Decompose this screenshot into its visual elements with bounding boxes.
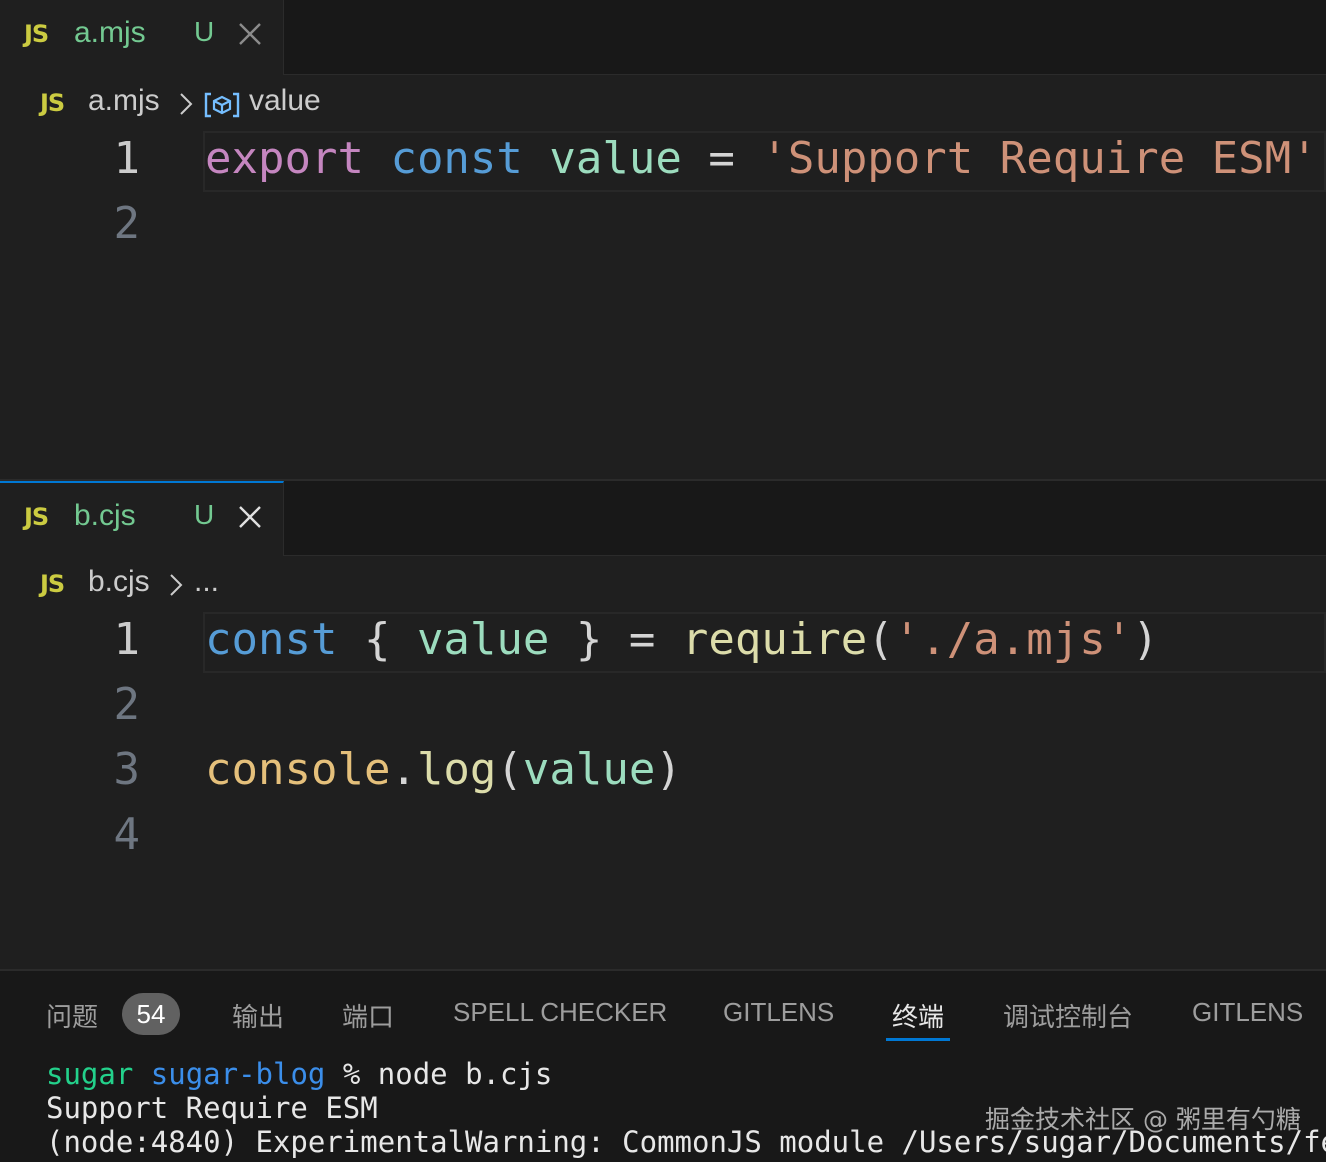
line-number: 1 — [113, 614, 141, 665]
line-number: 3 — [113, 744, 141, 795]
code-line[interactable]: 2 — [0, 196, 1326, 261]
panel-tab-gitlens-1[interactable]: GITLENS — [723, 997, 834, 1028]
terminal-prompt-line: sugar sugar-blog % node b.cjs — [46, 1057, 1326, 1091]
line-number: 2 — [113, 679, 141, 730]
panel-tab-terminal[interactable]: 终端 — [892, 997, 944, 1034]
panel-tab-gitlens-2[interactable]: GITLENS — [1192, 997, 1303, 1028]
panel-tab-bar: 54 问题 输出 端口 SPELL CHECKER GITLENS 终端 调试控制台 GITL… — [0, 971, 1326, 1047]
tab-bar-b: JS b.cjs U — [0, 481, 1326, 556]
js-file-icon: JS — [24, 20, 49, 48]
tab-filename: b.cjs — [74, 499, 136, 532]
problems-count-badge: 54 — [122, 993, 180, 1035]
editor-group-a: JS a.mjs U JS a.mjs value 1 export const … — [0, 0, 1326, 479]
breadcrumb-symbol[interactable]: value — [249, 84, 321, 118]
code-token: value — [416, 614, 550, 665]
variable-symbol-icon — [204, 92, 240, 118]
line-source: const { value } = require('./a.mjs') — [205, 614, 1159, 665]
tab-a-mjs[interactable]: JS a.mjs U — [0, 0, 284, 75]
breadcrumb-a: JS a.mjs value — [0, 75, 1326, 131]
chevron-right-icon — [180, 93, 193, 115]
code-line[interactable]: 2 — [0, 677, 1326, 742]
code-token: ) — [655, 744, 682, 795]
code-line[interactable]: 1 const { value } = require('./a.mjs') — [0, 612, 1326, 677]
terminal-command: node b.cjs — [377, 1057, 553, 1091]
code-token: value — [549, 133, 682, 184]
line-number: 2 — [113, 198, 141, 249]
code-token: ( — [867, 614, 894, 665]
code-token: const — [205, 614, 338, 665]
code-token: './a.mjs' — [893, 614, 1133, 665]
code-token: ) — [1132, 614, 1159, 665]
code-token: log — [416, 744, 497, 795]
tab-bar-a: JS a.mjs U — [0, 0, 1326, 75]
terminal-dir: sugar-blog — [150, 1057, 326, 1091]
code-token: } = — [549, 614, 682, 665]
js-file-icon: JS — [24, 503, 49, 531]
breadcrumb-b: JS b.cjs ... — [0, 556, 1326, 612]
code-token: value — [522, 744, 656, 795]
breadcrumb-more[interactable]: ... — [194, 565, 219, 599]
panel-tab-spell-checker[interactable]: SPELL CHECKER — [453, 997, 667, 1028]
code-token: const — [390, 133, 523, 184]
code-token: require — [681, 614, 868, 665]
untracked-status: U — [194, 16, 215, 47]
code-token: . — [390, 744, 417, 795]
line-source: export const value = 'Support Require ES… — [205, 133, 1318, 184]
untracked-status: U — [194, 499, 215, 530]
close-icon[interactable] — [236, 18, 264, 50]
terminal-prompt-symbol: % — [342, 1057, 361, 1091]
js-file-icon: JS — [40, 89, 65, 117]
code-editor-b[interactable]: 1 const { value } = require('./a.mjs') 2 3 c… — [0, 612, 1326, 872]
code-line[interactable]: 3 console.log(value) — [0, 742, 1326, 807]
code-token: { — [337, 614, 417, 665]
terminal-user: sugar — [46, 1057, 134, 1091]
tab-filename: a.mjs — [74, 16, 146, 49]
breadcrumb-file[interactable]: b.cjs — [88, 565, 150, 599]
panel-tab-output[interactable]: 输出 — [232, 997, 284, 1034]
code-editor-a[interactable]: 1 export const value = 'Support Require E… — [0, 131, 1326, 261]
code-token: = — [681, 133, 762, 184]
code-token: console — [205, 744, 391, 795]
chevron-right-icon — [170, 574, 183, 596]
panel-tab-ports[interactable]: 端口 — [342, 997, 394, 1034]
watermark: 掘金技术社区 @ 粥里有勺糖 — [985, 1105, 1301, 1134]
tab-b-cjs[interactable]: JS b.cjs U — [0, 481, 284, 556]
editor-group-b: JS b.cjs U JS b.cjs ... 1 const { value }… — [0, 479, 1326, 971]
line-number: 1 — [113, 133, 141, 184]
code-token: ( — [496, 744, 523, 795]
line-number: 4 — [113, 809, 141, 860]
js-file-icon: JS — [40, 570, 65, 598]
line-source: console.log(value) — [205, 744, 682, 795]
active-tab-indicator — [886, 1038, 950, 1041]
breadcrumb-file[interactable]: a.mjs — [88, 84, 160, 118]
code-line[interactable]: 1 export const value = 'Support Require E… — [0, 131, 1326, 196]
code-line[interactable]: 4 — [0, 807, 1326, 872]
close-icon[interactable] — [236, 501, 264, 533]
panel-tab-problems[interactable]: 问题 — [46, 997, 98, 1034]
code-token: export — [205, 133, 364, 184]
code-token: 'Support Require ESM' — [761, 133, 1318, 184]
panel-tab-debug-console[interactable]: 调试控制台 — [1003, 997, 1133, 1034]
